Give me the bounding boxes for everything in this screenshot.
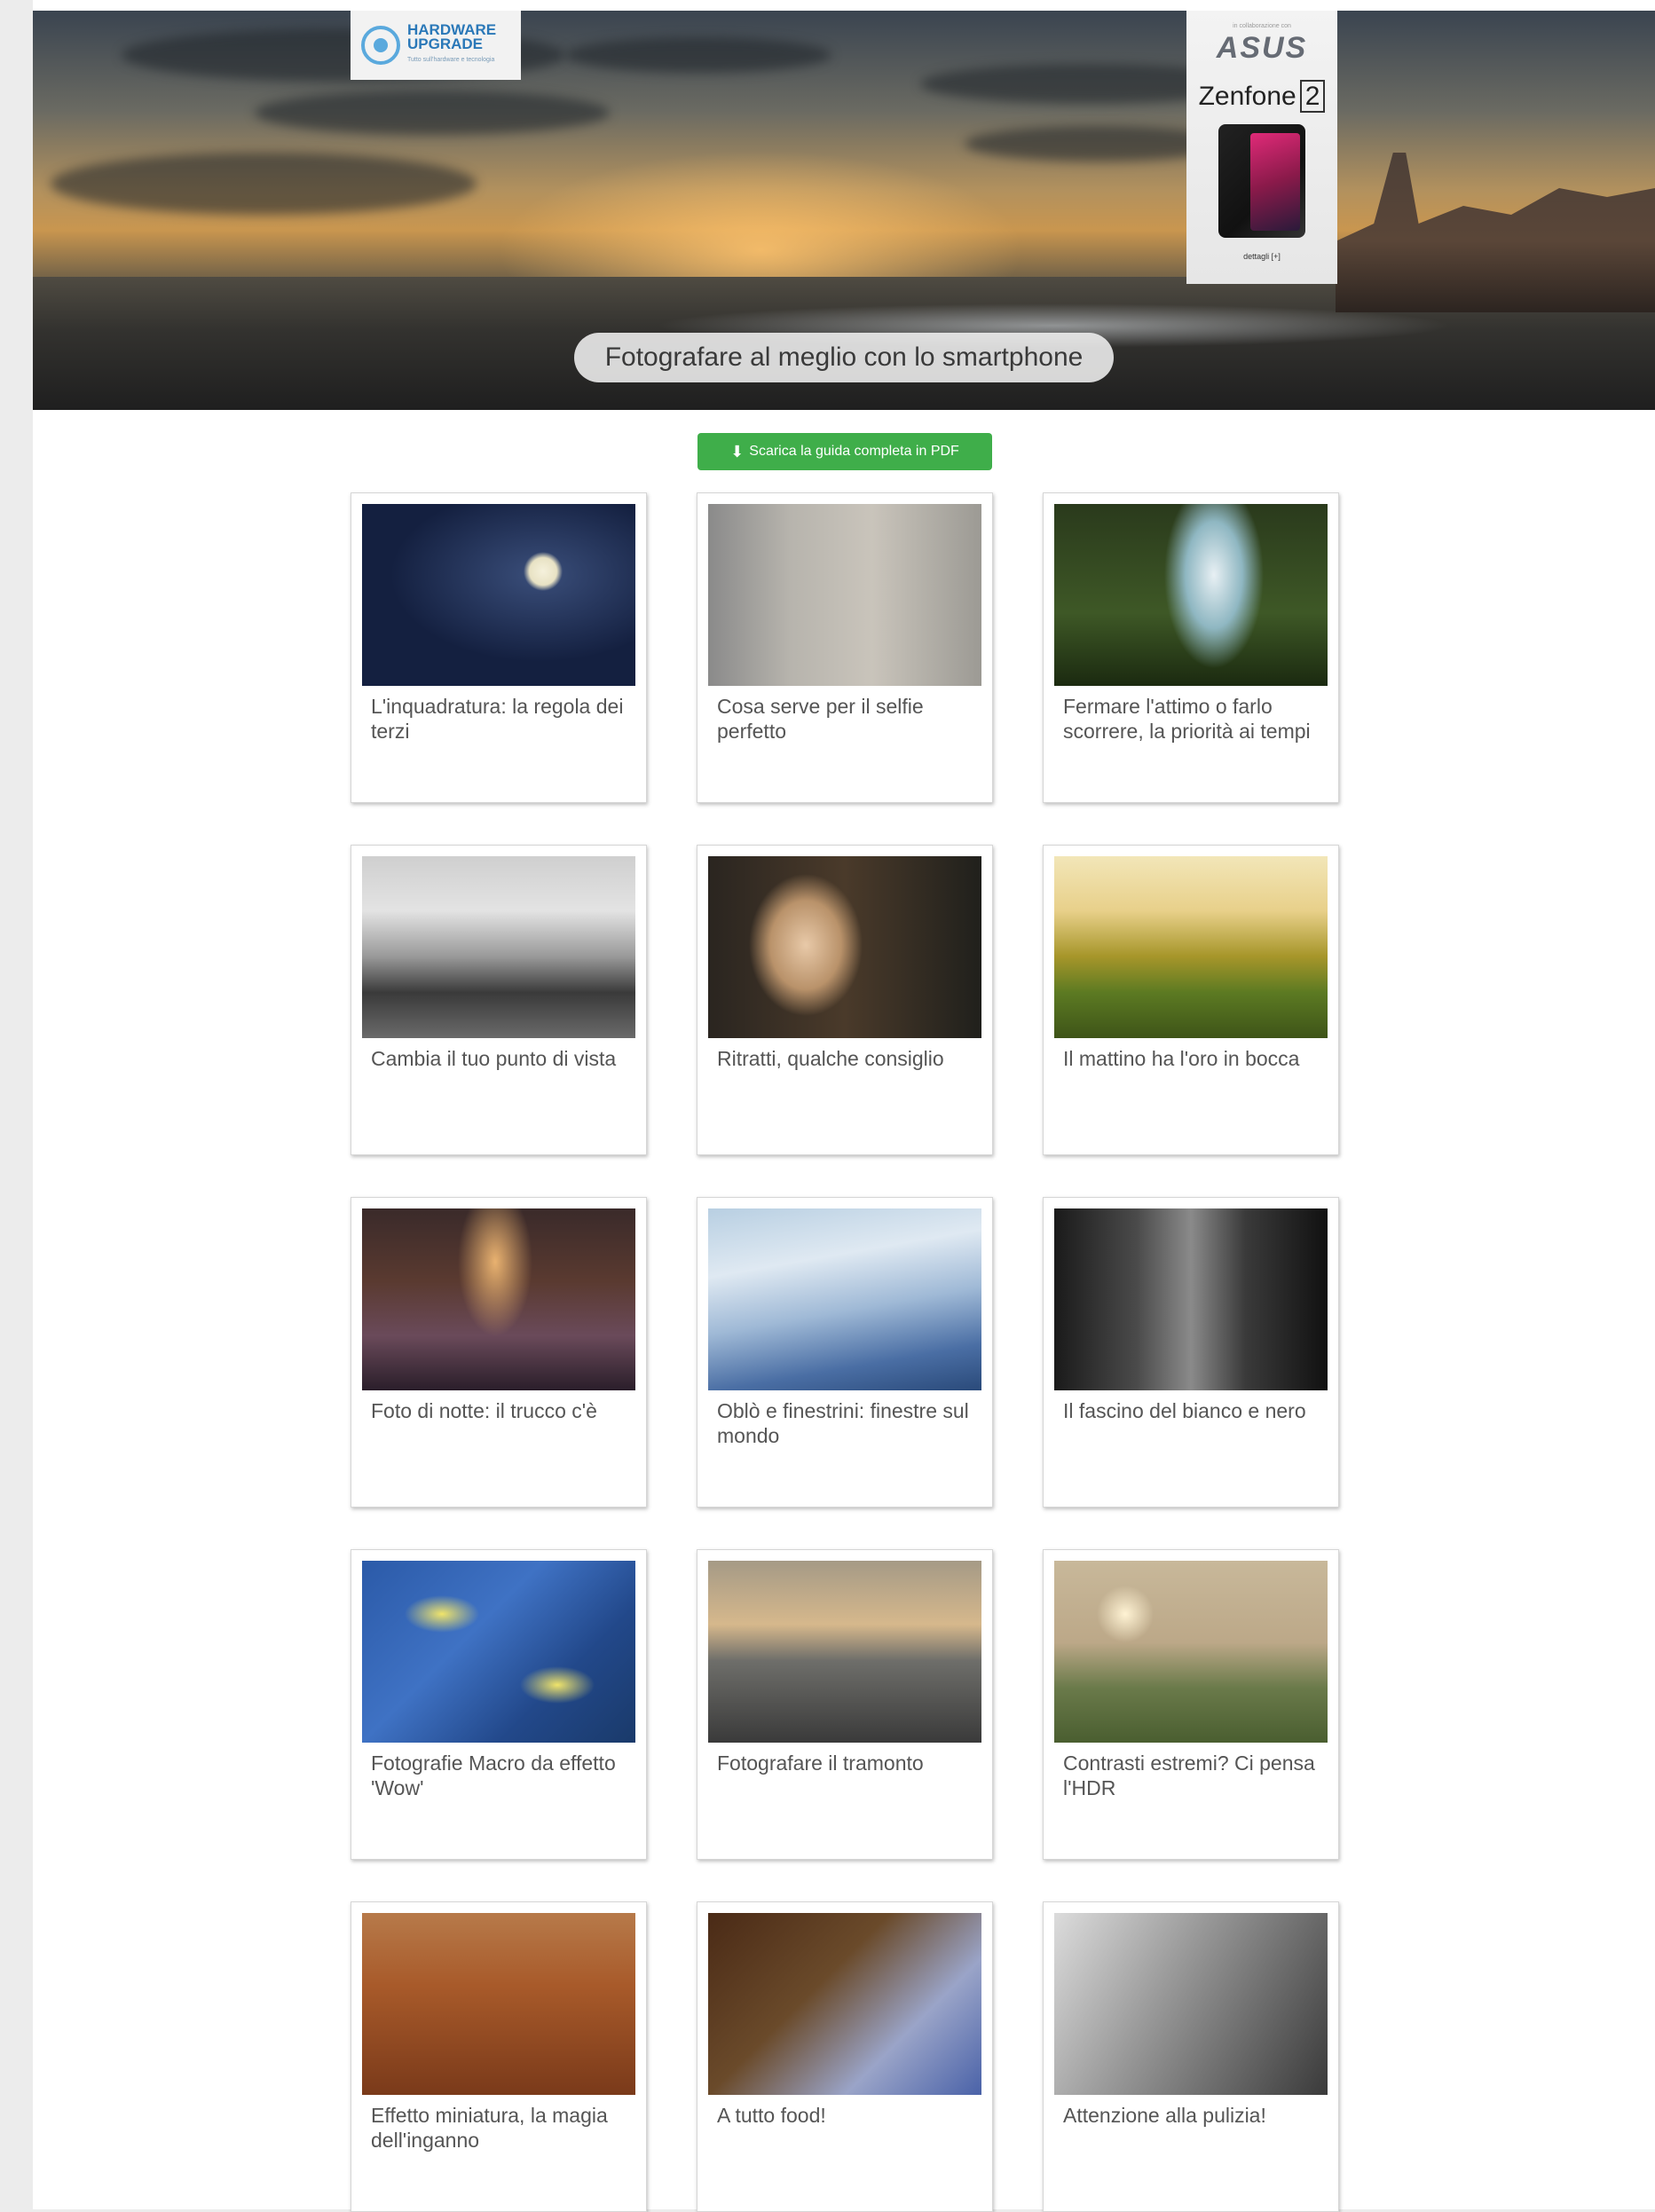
article-caption: Fermare l'attimo o farlo scorrere, la pr… (1063, 695, 1311, 743)
article-card[interactable]: Effetto miniatura, la magia dell'inganno (351, 1901, 647, 2212)
article-caption: Fotografie Macro da effetto 'Wow' (371, 1751, 616, 1799)
article-card[interactable]: Fotografie Macro da effetto 'Wow' (351, 1549, 647, 1860)
article-card[interactable]: Cosa serve per il selfie perfetto (697, 492, 993, 803)
thumbnail-image (708, 856, 981, 1038)
article-caption: Effetto miniatura, la magia dell'inganno (371, 2104, 608, 2152)
thumbnail-image (362, 1561, 635, 1743)
thumbnail-image (1054, 1561, 1328, 1743)
article-caption: Fotografare il tramonto (717, 1751, 924, 1775)
article-card[interactable]: Attenzione alla pulizia! (1043, 1901, 1339, 2212)
thumbnail-image (1054, 1208, 1328, 1390)
logo-line2: UPGRADE (407, 35, 484, 52)
article-caption: L'inquadratura: la regola dei terzi (371, 695, 624, 743)
ad-details-link[interactable]: dettagli [+] (1243, 252, 1281, 261)
logo-tagline: Tutto sull'hardware e tecnologia (407, 57, 495, 63)
article-caption: Il fascino del bianco e nero (1063, 1399, 1306, 1422)
download-label: Scarica la guida completa in PDF (749, 444, 959, 459)
download-pdf-button[interactable]: ⬇ Scarica la guida completa in PDF (697, 433, 992, 470)
article-card[interactable]: Il fascino del bianco e nero (1043, 1197, 1339, 1507)
logo-text: HARDWARE UPGRADE Tutto sull'hardware e t… (407, 22, 496, 67)
article-card[interactable]: Oblò e finestrini: finestre sul mondo (697, 1197, 993, 1507)
article-caption: Ritratti, qualche consiglio (717, 1047, 944, 1070)
asus-zenfone-ad[interactable]: in collaborazione con ASUS Zenfone 2 dett… (1186, 11, 1337, 284)
thumbnail-image (362, 1208, 635, 1390)
article-card[interactable]: Fotografare il tramonto (697, 1549, 993, 1860)
article-caption: A tutto food! (717, 2104, 826, 2127)
article-caption: Attenzione alla pulizia! (1063, 2104, 1266, 2127)
thumbnail-image (362, 856, 635, 1038)
ad-model-name: Zenfone (1198, 82, 1296, 111)
thumbnail-image (362, 1913, 635, 2095)
ad-model-number: 2 (1299, 80, 1326, 113)
article-caption: Il mattino ha l'oro in bocca (1063, 1047, 1300, 1070)
ad-model: Zenfone 2 (1198, 80, 1326, 113)
ad-brand: ASUS (1216, 31, 1308, 65)
article-card[interactable]: Fermare l'attimo o farlo scorrere, la pr… (1043, 492, 1339, 803)
hardware-upgrade-logo[interactable]: HARDWARE UPGRADE Tutto sull'hardware e t… (351, 11, 521, 80)
article-caption: Cambia il tuo punto di vista (371, 1047, 617, 1070)
article-card[interactable]: Cambia il tuo punto di vista (351, 845, 647, 1155)
article-caption: Contrasti estremi? Ci pensa l'HDR (1063, 1751, 1315, 1799)
article-caption: Cosa serve per il selfie perfetto (717, 695, 924, 743)
thumbnail-image (1054, 856, 1328, 1038)
thumbnail-image (362, 504, 635, 686)
thumbnail-image (1054, 504, 1328, 686)
page: HARDWARE UPGRADE Tutto sull'hardware e t… (33, 0, 1655, 2212)
article-card[interactable]: L'inquadratura: la regola dei terzi (351, 492, 647, 803)
town-silhouette (1336, 153, 1655, 312)
article-caption: Oblò e finestrini: finestre sul mondo (717, 1399, 969, 1447)
page-title: Fotografare al meglio con lo smartphone (574, 333, 1114, 382)
download-icon: ⬇ (730, 442, 745, 461)
logo-icon (361, 26, 400, 65)
thumbnail-image (708, 1561, 981, 1743)
article-card[interactable]: Foto di notte: il trucco c'è (351, 1197, 647, 1507)
article-caption: Foto di notte: il trucco c'è (371, 1399, 597, 1422)
article-card[interactable]: Il mattino ha l'oro in bocca (1043, 845, 1339, 1155)
hero-banner: HARDWARE UPGRADE Tutto sull'hardware e t… (33, 11, 1655, 410)
article-card[interactable]: Contrasti estremi? Ci pensa l'HDR (1043, 1549, 1339, 1860)
phone-image (1218, 124, 1305, 238)
article-card[interactable]: A tutto food! (697, 1901, 993, 2212)
thumbnail-image (708, 1913, 981, 2095)
ad-tag: in collaborazione con (1233, 23, 1291, 29)
thumbnail-image (1054, 1913, 1328, 2095)
article-card[interactable]: Ritratti, qualche consiglio (697, 845, 993, 1155)
thumbnail-image (708, 1208, 981, 1390)
thumbnail-image (708, 504, 981, 686)
